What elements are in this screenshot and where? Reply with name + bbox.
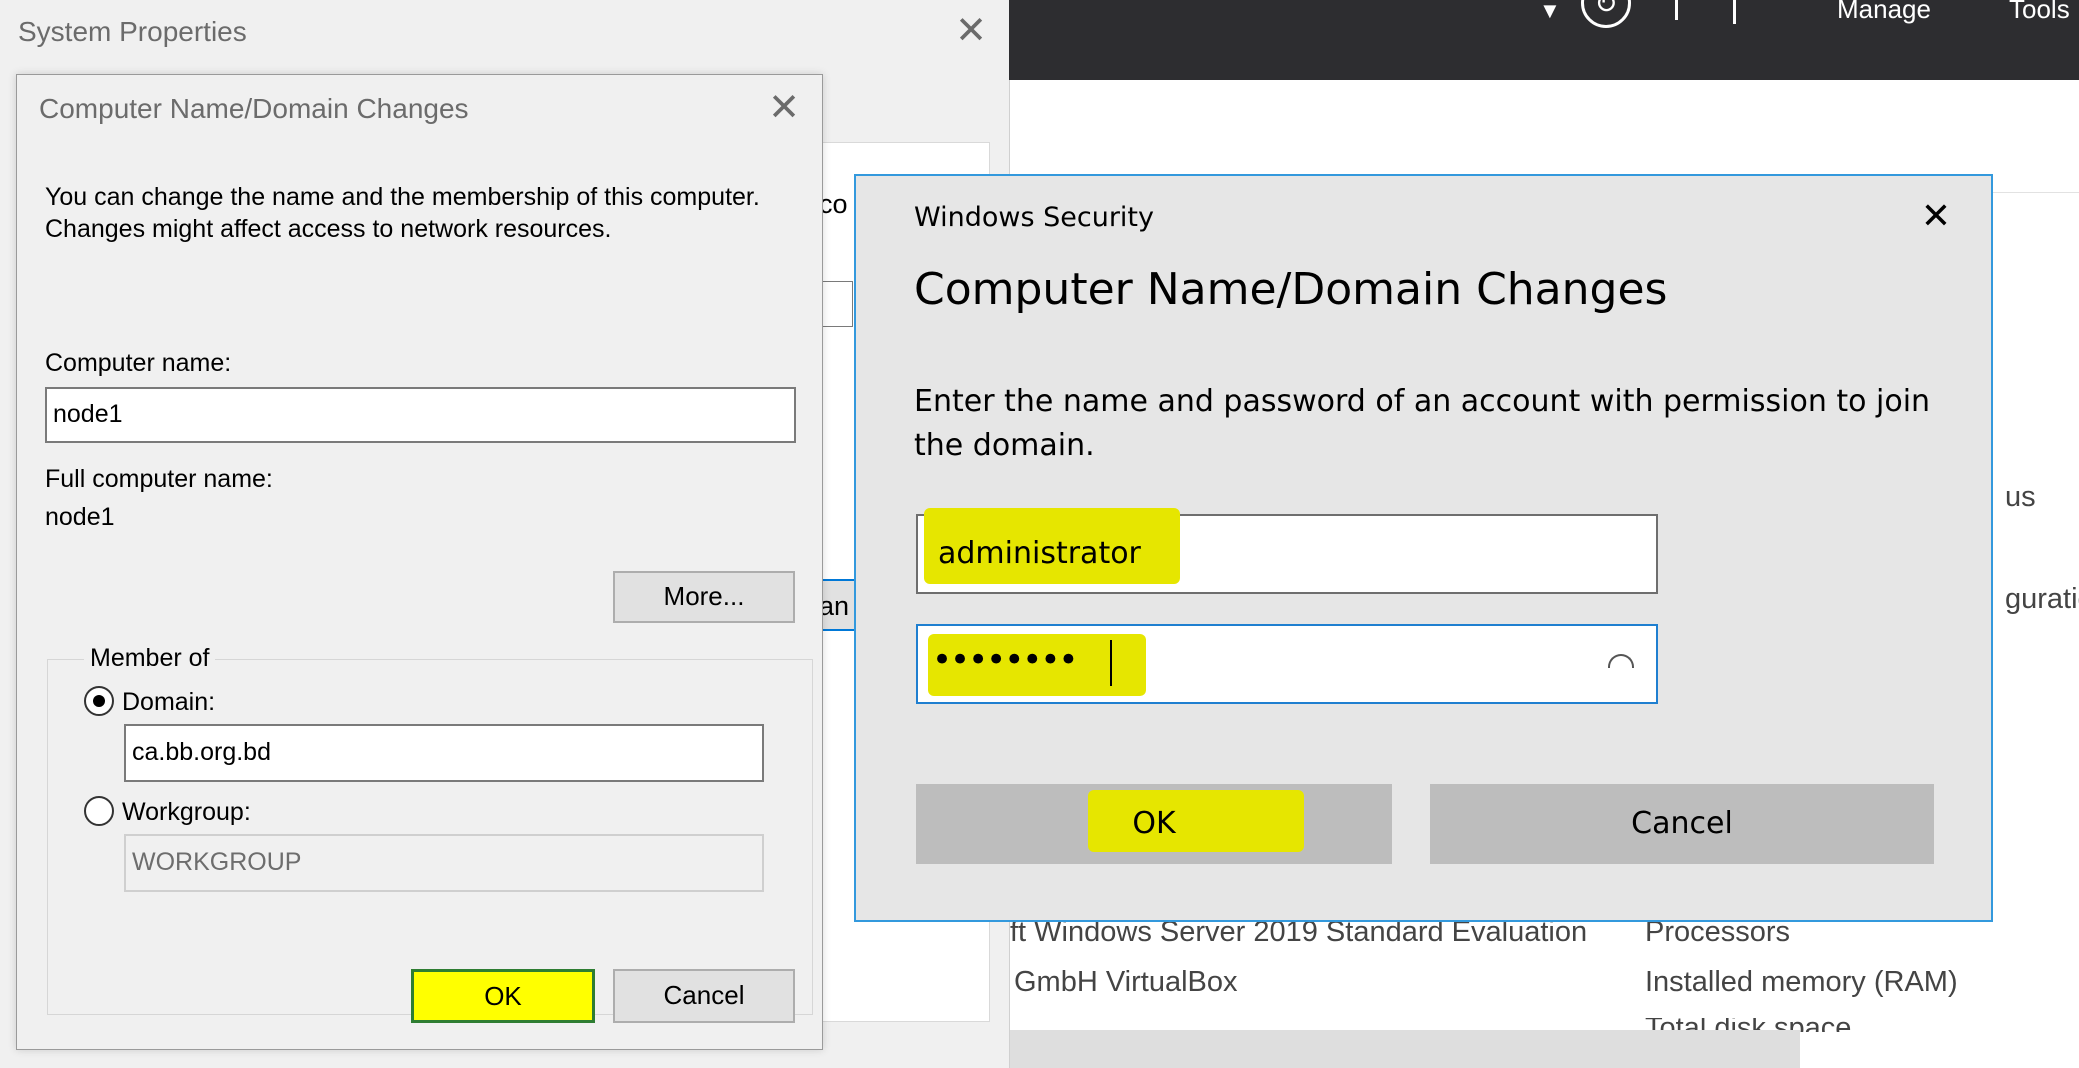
full-computer-name-label: Full computer name:	[45, 465, 273, 493]
radio-selected-dot	[93, 695, 105, 707]
separator	[1675, 0, 1678, 20]
computer-name-input[interactable]: node1	[45, 387, 796, 443]
dialog-title: Windows Security	[914, 202, 1154, 233]
close-icon[interactable]: ✕	[1914, 194, 1958, 238]
windows-security-dialog: Windows Security ✕ Computer Name/Domain …	[854, 174, 1993, 922]
workgroup-input: WORKGROUP	[124, 834, 764, 892]
horizontal-scrollbar[interactable]	[1010, 1030, 1800, 1068]
dialog-title: Computer Name/Domain Changes	[39, 93, 469, 124]
member-of-group: Member of Domain: ca.bb.org.bd Workgroup…	[47, 644, 813, 1015]
dialog-description: You can change the name and the membersh…	[45, 183, 760, 243]
domain-label: Domain:	[122, 688, 216, 716]
manufacturer-text: GmbH VirtualBox	[1014, 966, 1238, 998]
domain-radio[interactable]	[84, 686, 114, 716]
ok-button[interactable]: OK	[916, 784, 1392, 864]
installed-memory-label: Installed memory (RAM)	[1645, 966, 1958, 998]
menu-manage[interactable]: Manage	[1837, 0, 1931, 25]
ok-button-label: OK	[484, 981, 522, 1011]
domain-input[interactable]: ca.bb.org.bd	[124, 724, 764, 782]
server-manager-topbar: ▼ ↻ Manage Tools	[1009, 0, 2079, 80]
window-title: System Properties	[18, 16, 247, 47]
cancel-button[interactable]: Cancel	[613, 969, 795, 1023]
more-button[interactable]: More...	[613, 571, 795, 623]
dropdown-arrow-icon[interactable]: ▼	[1539, 0, 1561, 24]
partial-configuration-text: guratio	[2005, 583, 2079, 615]
partial-field	[821, 281, 853, 327]
separator	[1733, 0, 1736, 24]
cancel-button[interactable]: Cancel	[1430, 784, 1934, 864]
close-icon[interactable]: ✕	[950, 10, 992, 52]
text-cursor	[1110, 640, 1112, 686]
computer-name-domain-changes-dialog: Computer Name/Domain Changes ✕ You can c…	[16, 74, 823, 1050]
workgroup-radio[interactable]	[84, 796, 114, 826]
reveal-password-icon[interactable]	[1608, 654, 1634, 668]
member-of-label: Member of	[84, 644, 216, 673]
dialog-heading: Computer Name/Domain Changes	[914, 264, 1668, 315]
partial-status-text: us	[2005, 481, 2036, 513]
username-value: administrator	[938, 536, 1141, 571]
partial-button-label: an	[821, 591, 850, 621]
menu-tools[interactable]: Tools	[2009, 0, 2070, 25]
password-value: ••••••••	[932, 640, 1078, 680]
username-input[interactable]: administrator	[916, 508, 1658, 594]
password-input[interactable]: ••••••••	[916, 624, 1658, 704]
full-computer-name-value: node1	[45, 503, 115, 531]
dialog-description: Enter the name and password of an accoun…	[914, 384, 1931, 463]
partial-button[interactable]: an	[821, 579, 857, 631]
refresh-icon[interactable]: ↻	[1581, 0, 1631, 28]
computer-name-label: Computer name:	[45, 349, 232, 377]
workgroup-label: Workgroup:	[122, 798, 251, 826]
ok-button-label: OK	[1132, 806, 1176, 841]
partial-text: co	[819, 189, 848, 219]
ok-button[interactable]: OK	[411, 969, 595, 1023]
close-icon[interactable]: ✕	[763, 87, 805, 129]
